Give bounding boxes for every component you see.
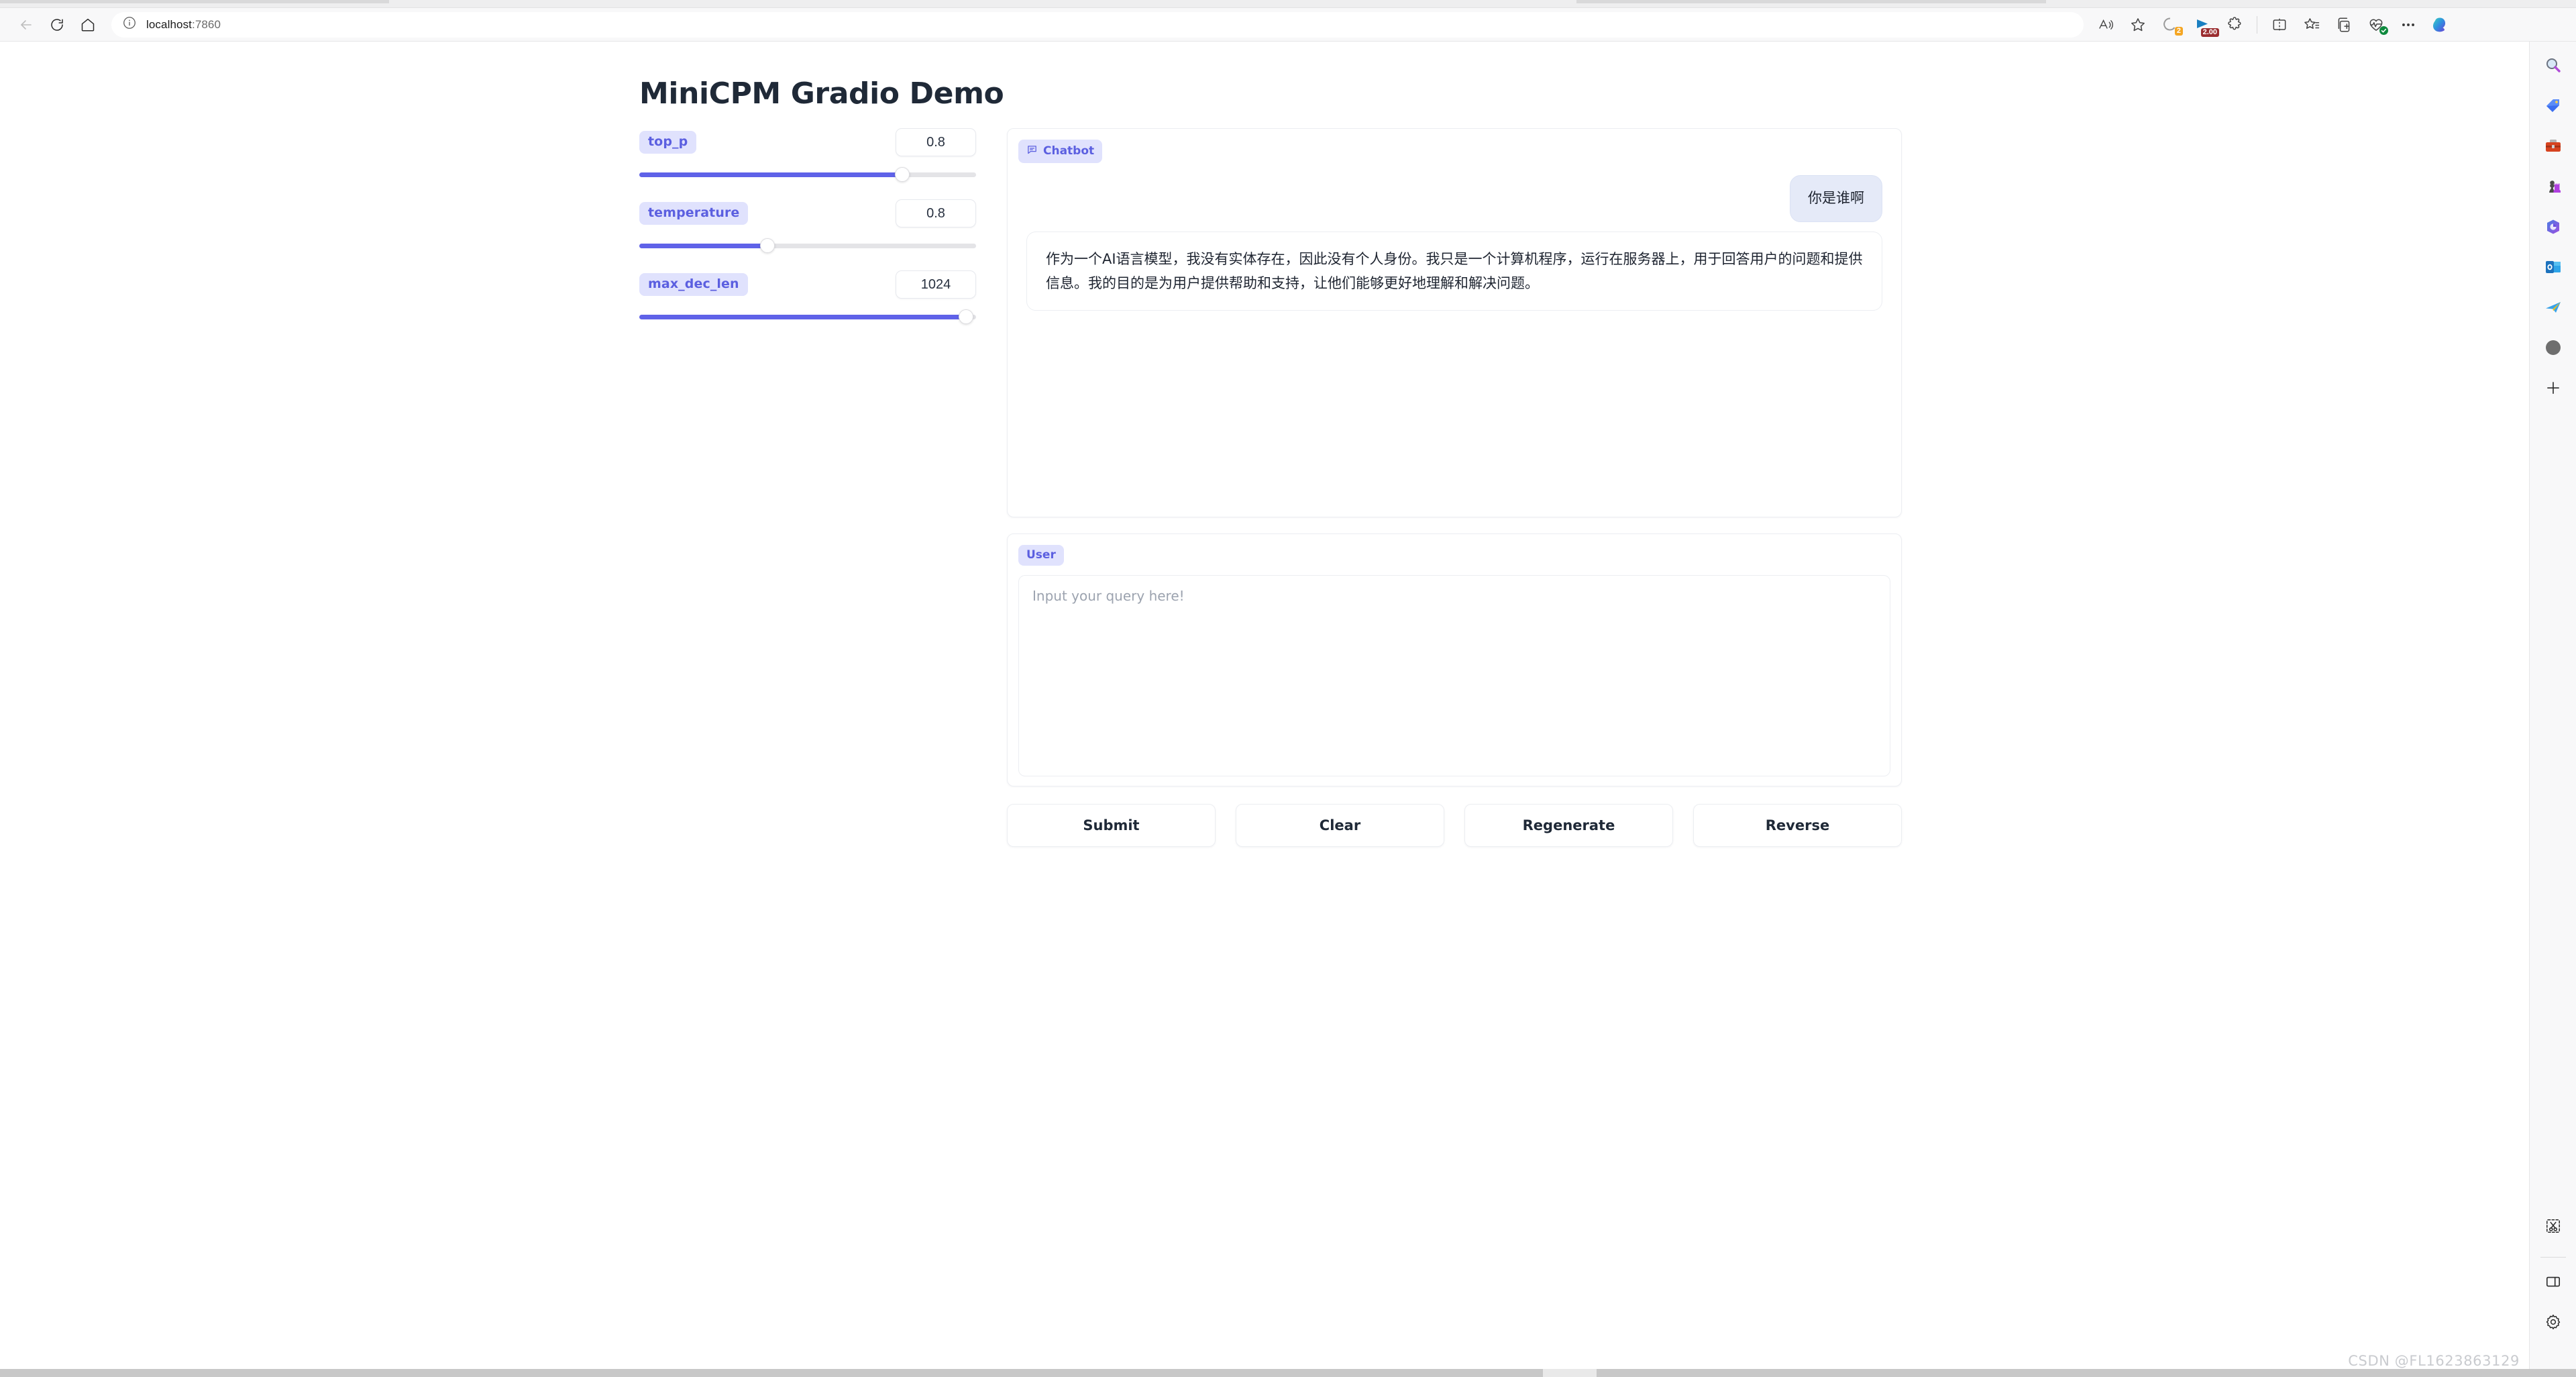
back-button[interactable] — [11, 11, 42, 38]
chatbot-icon — [1026, 144, 1038, 158]
browser-toolbar: localhost:7860 2 2.00 — [0, 8, 2576, 42]
bottom-strip-notch — [1543, 1369, 1597, 1377]
browser-tab-strip[interactable] — [0, 0, 2576, 8]
slider-max_dec_len-thumb[interactable] — [958, 309, 973, 324]
video-download-icon[interactable]: 2.00 — [2187, 11, 2219, 38]
add-sidebar-app-icon[interactable] — [2538, 373, 2568, 403]
address-bar-host: localhost — [146, 17, 192, 31]
tab-partial-left[interactable] — [0, 0, 389, 3]
slider-temperature-value: 0.8 — [926, 205, 945, 221]
read-aloud-icon[interactable] — [2090, 11, 2121, 38]
slider-temperature-track-wrap[interactable] — [639, 238, 976, 253]
slider-max_dec_len-track-wrap[interactable] — [639, 309, 976, 324]
copilot-icon[interactable] — [2425, 11, 2456, 38]
shopping-tag-icon[interactable] — [2538, 91, 2568, 121]
tools-toolbox-icon[interactable] — [2538, 132, 2568, 161]
refresh-button[interactable] — [42, 11, 72, 38]
chatbot-panel: Chatbot 你是谁啊 作为一个AI语言模型，我没有实体存在，因此没有个人身份… — [1007, 128, 1902, 517]
browser-window: localhost:7860 2 2.00 MiniCPM Gradio Dem… — [0, 0, 2576, 1377]
slider-max_dec_len-track[interactable] — [639, 309, 976, 324]
address-bar-port: :7860 — [192, 17, 221, 31]
window-bottom-strip — [0, 1369, 2576, 1377]
tracking-badge: 2 — [2174, 26, 2183, 36]
chatbot-label-text: Chatbot — [1043, 144, 1095, 158]
slider-max_dec_len-value: 1024 — [920, 276, 951, 292]
user-input-panel: User Input your query here! — [1007, 533, 1902, 786]
slider-top_p-track-wrap[interactable] — [639, 167, 976, 182]
slider-top_p-track[interactable] — [639, 167, 976, 182]
main-row: top_p 0.8 temperature 0.8 max_dec_len 10… — [627, 128, 1902, 847]
edge-sidebar — [2529, 42, 2576, 1377]
tab-partial-right[interactable] — [1576, 0, 2046, 3]
action-button-row: Submit Clear Regenerate Reverse — [1007, 804, 1902, 847]
gradio-app: MiniCPM Gradio Demo top_p 0.8 temperatur… — [0, 42, 2529, 1377]
watermark: CSDN @FL1623863129 — [2348, 1353, 2520, 1369]
slider-top_p-label: top_p — [639, 131, 697, 154]
assistant-message-bubble: 作为一个AI语言模型，我没有实体存在，因此没有个人身份。我只是一个计算机程序，运… — [1026, 231, 1882, 311]
outlook-icon[interactable] — [2538, 252, 2568, 282]
profile-avatar-icon[interactable] — [2538, 333, 2568, 362]
chat-message-assistant: 作为一个AI语言模型，我没有实体存在，因此没有个人身份。我只是一个计算机程序，运… — [1026, 231, 1882, 311]
address-bar[interactable]: localhost:7860 — [111, 11, 2084, 38]
video-download-badge: 2.00 — [2200, 28, 2219, 37]
edge-sidebar-divider — [2540, 1257, 2566, 1258]
slider-top_p: top_p 0.8 — [639, 128, 976, 182]
favorite-star-icon[interactable] — [2123, 11, 2153, 38]
slider-max_dec_len-fill — [639, 314, 966, 319]
home-button[interactable] — [72, 11, 103, 38]
page-viewport: MiniCPM Gradio Demo top_p 0.8 temperatur… — [0, 42, 2529, 1377]
settings-column: top_p 0.8 temperature 0.8 max_dec_len 10… — [627, 128, 976, 342]
sidebar-toggle-icon[interactable] — [2538, 1267, 2568, 1296]
performance-heart-icon[interactable] — [2361, 11, 2392, 38]
slider-top_p-value: 0.8 — [926, 134, 945, 150]
slider-temperature: temperature 0.8 — [639, 199, 976, 253]
shield-tracking-icon[interactable]: 2 — [2155, 11, 2186, 38]
microsoft-365-icon[interactable] — [2538, 212, 2568, 242]
slider-temperature-fill — [639, 243, 767, 248]
slider-temperature-label: temperature — [639, 202, 749, 225]
slider-max_dec_len-value-input[interactable]: 1024 — [896, 270, 976, 299]
chat-message-user: 你是谁啊 — [1026, 175, 1882, 222]
toolbar-right-actions: 2 2.00 — [2090, 11, 2456, 38]
slider-top_p-header: top_p 0.8 — [639, 128, 976, 156]
slider-temperature-value-input[interactable]: 0.8 — [896, 199, 976, 227]
slider-max_dec_len-header: max_dec_len 1024 — [639, 270, 976, 299]
clear-button[interactable]: Clear — [1236, 804, 1444, 847]
slider-max_dec_len-label: max_dec_len — [639, 273, 748, 296]
query-textarea[interactable]: Input your query here! — [1018, 575, 1890, 776]
app-container: MiniCPM Gradio Demo top_p 0.8 temperatur… — [627, 76, 1902, 847]
slider-temperature-thumb[interactable] — [759, 238, 775, 253]
submit-button[interactable]: Submit — [1007, 804, 1216, 847]
slider-top_p-value-input[interactable]: 0.8 — [896, 128, 976, 156]
regenerate-button[interactable]: Regenerate — [1464, 804, 1673, 847]
collections-star-icon[interactable] — [2296, 11, 2327, 38]
screenshot-snip-icon[interactable] — [2538, 1211, 2568, 1241]
chat-message-list[interactable]: 你是谁啊 作为一个AI语言模型，我没有实体存在，因此没有个人身份。我只是一个计算… — [1018, 163, 1890, 507]
settings-gear-icon[interactable] — [2538, 1307, 2568, 1337]
user-label-pill: User — [1018, 545, 1064, 566]
telegram-icon[interactable] — [2538, 293, 2568, 322]
slider-temperature-track[interactable] — [639, 238, 976, 253]
split-screen-icon[interactable] — [2264, 11, 2295, 38]
extensions-puzzle-icon[interactable] — [2219, 11, 2250, 38]
add-tab-group-icon[interactable] — [2328, 11, 2359, 38]
chat-column: Chatbot 你是谁啊 作为一个AI语言模型，我没有实体存在，因此没有个人身份… — [1007, 128, 1902, 847]
games-chess-icon[interactable] — [2538, 172, 2568, 201]
user-message-bubble: 你是谁啊 — [1790, 175, 1882, 222]
page-title: MiniCPM Gradio Demo — [639, 76, 1004, 111]
slider-top_p-fill — [639, 172, 902, 177]
slider-top_p-thumb[interactable] — [894, 167, 910, 182]
reverse-button[interactable]: Reverse — [1693, 804, 1902, 847]
slider-temperature-header: temperature 0.8 — [639, 199, 976, 227]
more-options-icon[interactable] — [2393, 11, 2424, 38]
site-info-icon[interactable] — [122, 15, 137, 34]
chatbot-label-pill: Chatbot — [1018, 140, 1103, 163]
search-magnifier-icon[interactable] — [2538, 51, 2568, 81]
slider-max_dec_len: max_dec_len 1024 — [639, 270, 976, 324]
